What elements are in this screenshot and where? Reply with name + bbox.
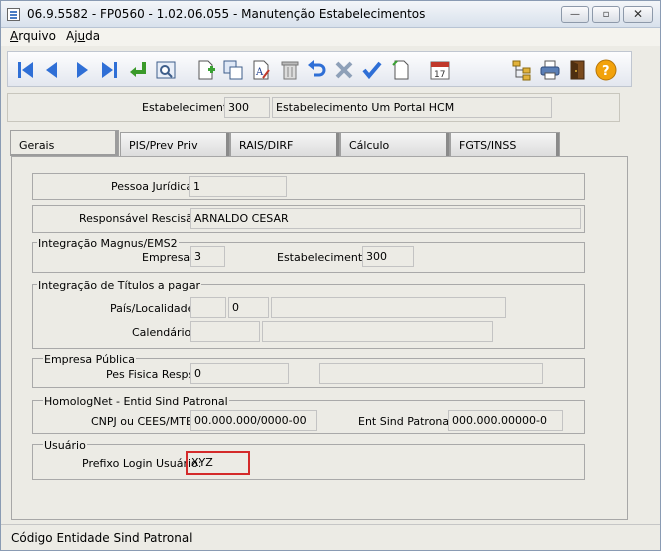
empresa-publica-title: Empresa Pública <box>43 353 136 366</box>
app-icon <box>7 8 20 21</box>
application-window: 06.9.5582 - FP0560 - 1.02.06.055 - Manut… <box>0 0 661 551</box>
close-button[interactable]: ✕ <box>623 6 653 23</box>
menu-ajuda[interactable]: Ajuda <box>66 29 100 43</box>
previous-icon <box>46 62 57 78</box>
responsavel-field[interactable]: ARNALDO CESAR <box>190 208 581 229</box>
tab-rais-dirf[interactable]: RAIS/DIRF <box>230 132 340 156</box>
status-bar: Código Entidade Sind Patronal <box>1 524 660 550</box>
previous-record-button[interactable] <box>40 58 64 82</box>
calendario-desc-field <box>262 321 493 342</box>
next-record-button[interactable] <box>70 58 94 82</box>
exit-icon <box>570 60 585 80</box>
blank-page-icon <box>392 60 409 80</box>
estabelecimento-code-field[interactable]: 300 <box>224 97 270 118</box>
cnpj-label: CNPJ ou CEES/MTE: <box>91 415 197 428</box>
integracao-magnus-title: Integração Magnus/EMS2 <box>37 237 179 250</box>
confirm-button[interactable] <box>360 58 384 82</box>
empresa-field[interactable]: 3 <box>190 246 225 267</box>
first-record-button[interactable] <box>14 58 38 82</box>
help-icon: ? <box>595 59 617 81</box>
ent-sind-field[interactable]: 000.000.00000-0 <box>448 410 563 431</box>
integracao-titulos-title: Integração de Títulos a pagar <box>37 279 202 292</box>
pais-field[interactable] <box>190 297 226 318</box>
usuario-title: Usuário <box>43 439 87 452</box>
exit-button[interactable] <box>566 58 590 82</box>
cancel-icon <box>335 61 353 79</box>
calendario-label: Calendário: <box>132 326 195 339</box>
magnus-estabelecimento-field[interactable]: 300 <box>362 246 414 267</box>
print-button[interactable] <box>538 58 562 82</box>
tree-view-button[interactable] <box>510 58 534 82</box>
tree-icon <box>512 60 531 81</box>
copy-record-button[interactable] <box>221 58 245 82</box>
last-record-button[interactable] <box>98 58 122 82</box>
blank-page-button[interactable] <box>389 58 413 82</box>
edit-icon: A <box>253 60 270 80</box>
help-glyph: ? <box>602 64 610 79</box>
responsavel-label: Responsável Rescisão: <box>79 212 204 225</box>
pais-label: País/Localidade: <box>110 302 199 315</box>
status-text: Código Entidade Sind Patronal <box>11 531 193 545</box>
copy-icon <box>223 60 243 80</box>
ent-sind-label: Ent Sind Patronal: <box>358 415 456 428</box>
localidade-desc-field <box>271 297 506 318</box>
cnpj-field[interactable]: 00.000.000/0000-00 <box>190 410 317 431</box>
tab-gerais[interactable]: Gerais <box>10 130 119 156</box>
undo-icon <box>308 60 326 77</box>
print-icon <box>540 60 560 80</box>
menu-bar: Arquivo Ajuda <box>1 28 660 46</box>
delete-button[interactable] <box>278 58 302 82</box>
undo-button[interactable] <box>305 58 329 82</box>
menu-arquivo[interactable]: Arquivo <box>10 29 56 43</box>
maximize-button[interactable]: ▫ <box>592 6 620 23</box>
localidade-field[interactable]: 0 <box>228 297 269 318</box>
minimize-button[interactable]: — <box>561 6 589 23</box>
search-icon <box>156 61 176 79</box>
header-panel: Estabelecimento: 300 Estabelecimento Um … <box>7 93 620 122</box>
confirm-icon <box>362 61 382 80</box>
goto-icon <box>130 62 146 77</box>
pes-fisica-label: Pes Fisica Resps: <box>106 368 198 381</box>
title-bar: 06.9.5582 - FP0560 - 1.02.06.055 - Manut… <box>1 1 660 28</box>
delete-icon <box>281 61 299 80</box>
last-icon <box>102 62 117 78</box>
pes-fisica-field[interactable]: 0 <box>190 363 289 384</box>
calendar-icon: 17 <box>430 61 450 80</box>
svg-text:A: A <box>255 67 264 78</box>
search-button[interactable] <box>154 58 178 82</box>
estabelecimento-name-field: Estabelecimento Um Portal HCM <box>272 97 552 118</box>
cancel-button[interactable] <box>332 58 356 82</box>
highlight-box <box>186 451 250 475</box>
homolognet-title: HomologNet - Entid Sind Patronal <box>43 395 229 408</box>
pes-fisica-desc-field <box>319 363 543 384</box>
prefixo-login-label: Prefixo Login Usuário: <box>82 457 202 470</box>
calendar-button[interactable]: 17 <box>428 58 452 82</box>
toolbar: A 17 ? <box>7 51 632 87</box>
pessoa-juridica-label: Pessoa Jurídica: <box>111 180 197 193</box>
magnus-estabelecimento-label: Estabelecimento: <box>277 251 373 264</box>
empresa-label: Empresa: <box>142 251 194 264</box>
tab-calculo[interactable]: Cálculo <box>340 132 450 156</box>
pessoa-juridica-field[interactable]: 1 <box>189 176 287 197</box>
first-icon <box>18 62 33 78</box>
goto-button[interactable] <box>126 58 150 82</box>
window-title: 06.9.5582 - FP0560 - 1.02.06.055 - Manut… <box>27 7 426 21</box>
help-button[interactable]: ? <box>594 58 618 82</box>
next-icon <box>77 62 88 78</box>
new-icon <box>198 60 215 80</box>
calendar-day: 17 <box>434 70 445 80</box>
new-record-button[interactable] <box>194 58 218 82</box>
calendario-field[interactable] <box>190 321 260 342</box>
edit-record-button[interactable]: A <box>249 58 273 82</box>
tab-fgts-inss[interactable]: FGTS/INSS <box>450 132 560 156</box>
tab-pis-prev-priv[interactable]: PIS/Prev Priv <box>120 132 230 156</box>
